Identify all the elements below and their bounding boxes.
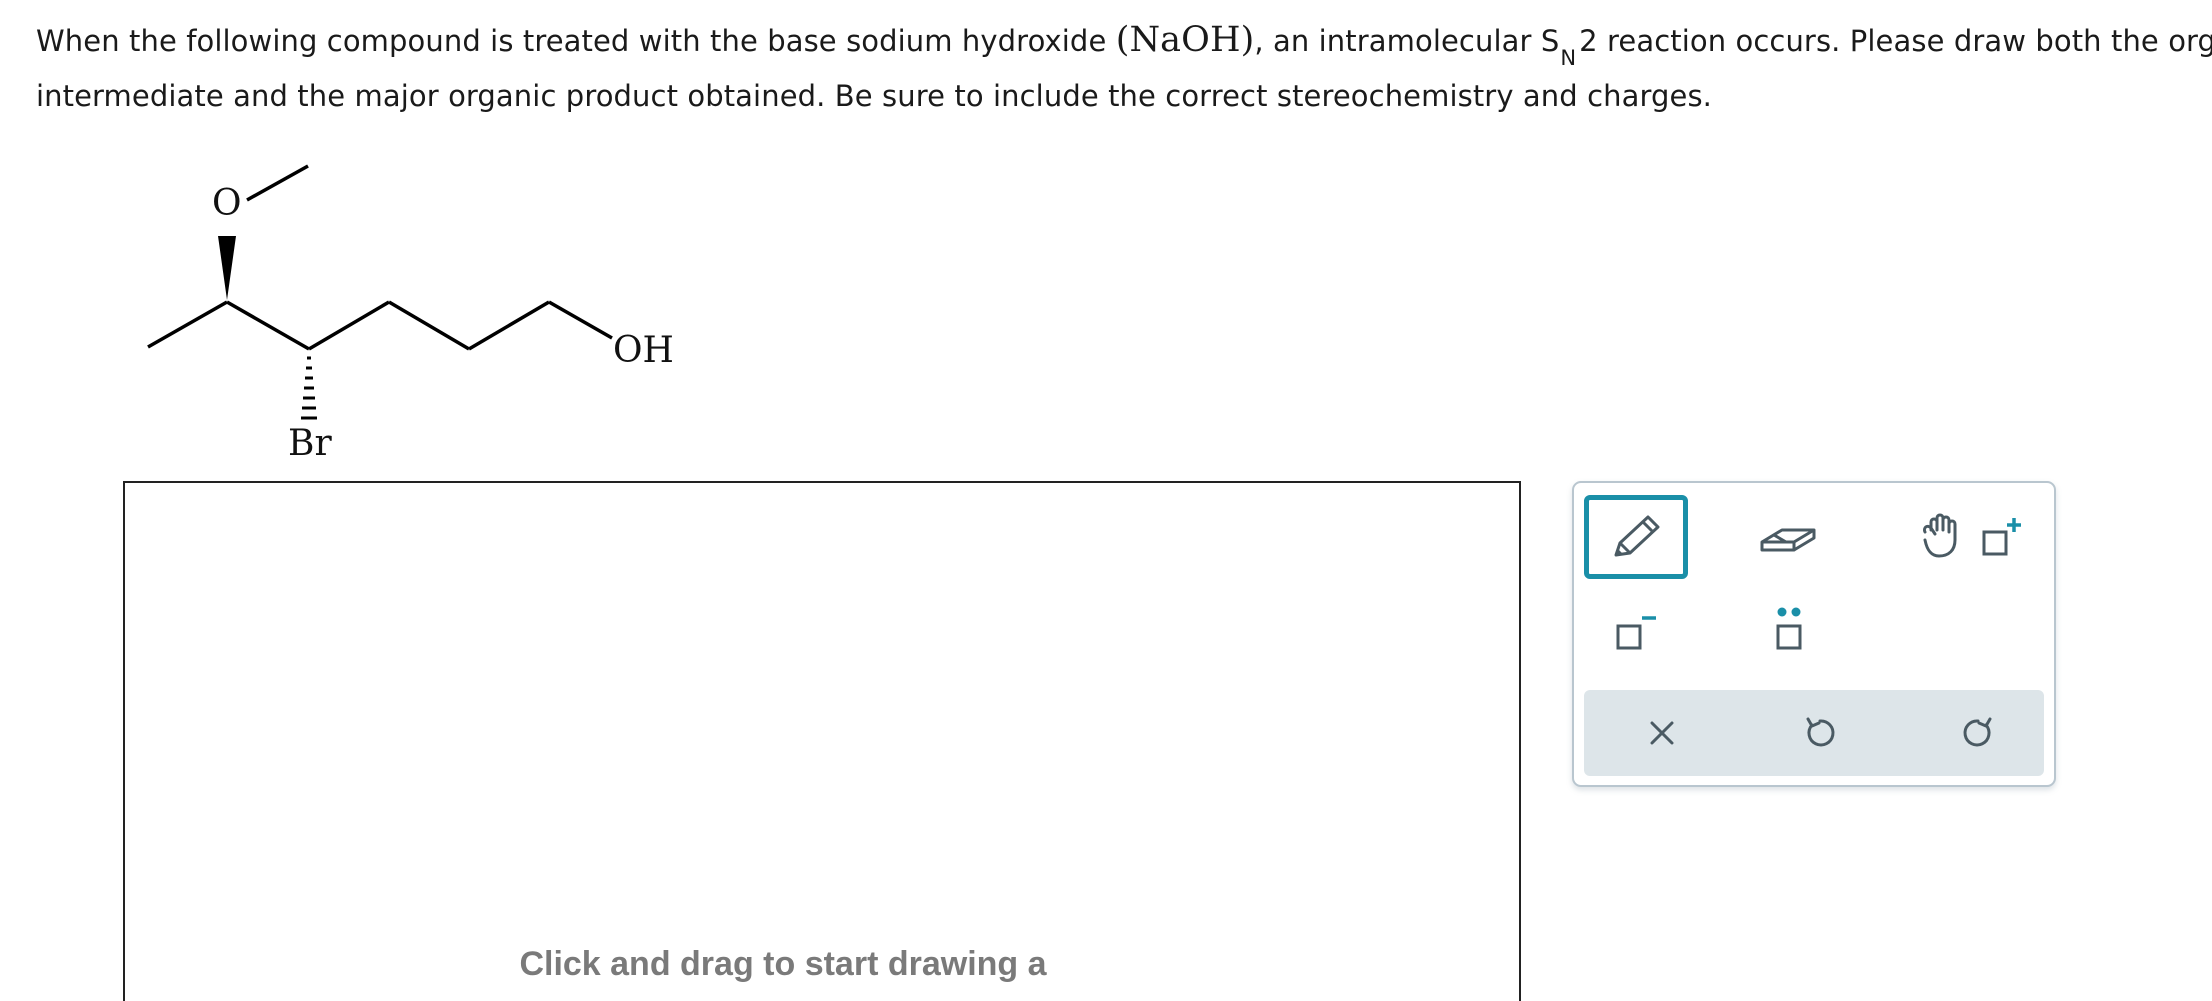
action-bar (1584, 690, 2044, 776)
add-positive-charge-icon (1982, 518, 2021, 556)
drawing-toolbar (1572, 481, 2056, 787)
eraser-icon (1760, 528, 1816, 552)
bond-c6-oh (548, 300, 613, 340)
redo-button[interactable] (1928, 690, 2028, 776)
question-line-2: intermediate and the major organic produ… (36, 79, 1712, 113)
eraser-tool-button[interactable] (1736, 495, 1840, 579)
hashed-bond-c-br (301, 356, 317, 420)
sn2-subscript: N (1560, 46, 1577, 70)
clear-button[interactable] (1612, 690, 1712, 776)
question-text-part-3: 2 reaction occurs. Please draw both the … (1579, 24, 2212, 58)
wedge-bond-c-o (218, 236, 236, 300)
naoh-formula: (NaOH) (1115, 20, 1255, 60)
positive-charge-tool-button[interactable] (1948, 495, 2052, 579)
question-text-part-1: When the following compound is treated w… (36, 24, 1116, 58)
question-line-1: When the following compound is treated w… (36, 14, 2212, 70)
question-text-part-2: , an intramolecular S (1254, 24, 1560, 58)
bond-c4-c5 (388, 300, 470, 351)
bond-c2-c3 (226, 300, 310, 351)
redo-icon (1963, 717, 1992, 747)
drawing-canvas[interactable]: Click and drag to start drawing a (123, 481, 1521, 1001)
undo-button[interactable] (1770, 690, 1870, 776)
atom-bromine-label: Br (288, 423, 332, 464)
pencil-tool-button[interactable] (1584, 495, 1688, 579)
pencil-icon (1614, 515, 1660, 557)
canvas-hint-text: Click and drag to start drawing a (519, 945, 1047, 983)
bond-c3-c4 (308, 300, 390, 351)
atom-hydroxyl-label: OH (613, 330, 674, 371)
add-negative-charge-icon (1616, 616, 1656, 650)
add-lone-pair-icon (1776, 607, 1802, 650)
bond-o-methyl (246, 164, 309, 202)
bond-c1-c2 (147, 300, 228, 349)
lone-pair-tool-button[interactable] (1736, 589, 1840, 673)
molecule-structure: O OH Br (147, 164, 674, 464)
atom-oxygen-label: O (212, 183, 242, 224)
negative-charge-tool-button[interactable] (1584, 589, 1688, 673)
clear-icon (1650, 721, 1674, 745)
bond-c5-c6 (468, 300, 550, 351)
question-text: When the following compound is treated w… (36, 14, 2212, 122)
undo-icon (1806, 717, 1835, 747)
